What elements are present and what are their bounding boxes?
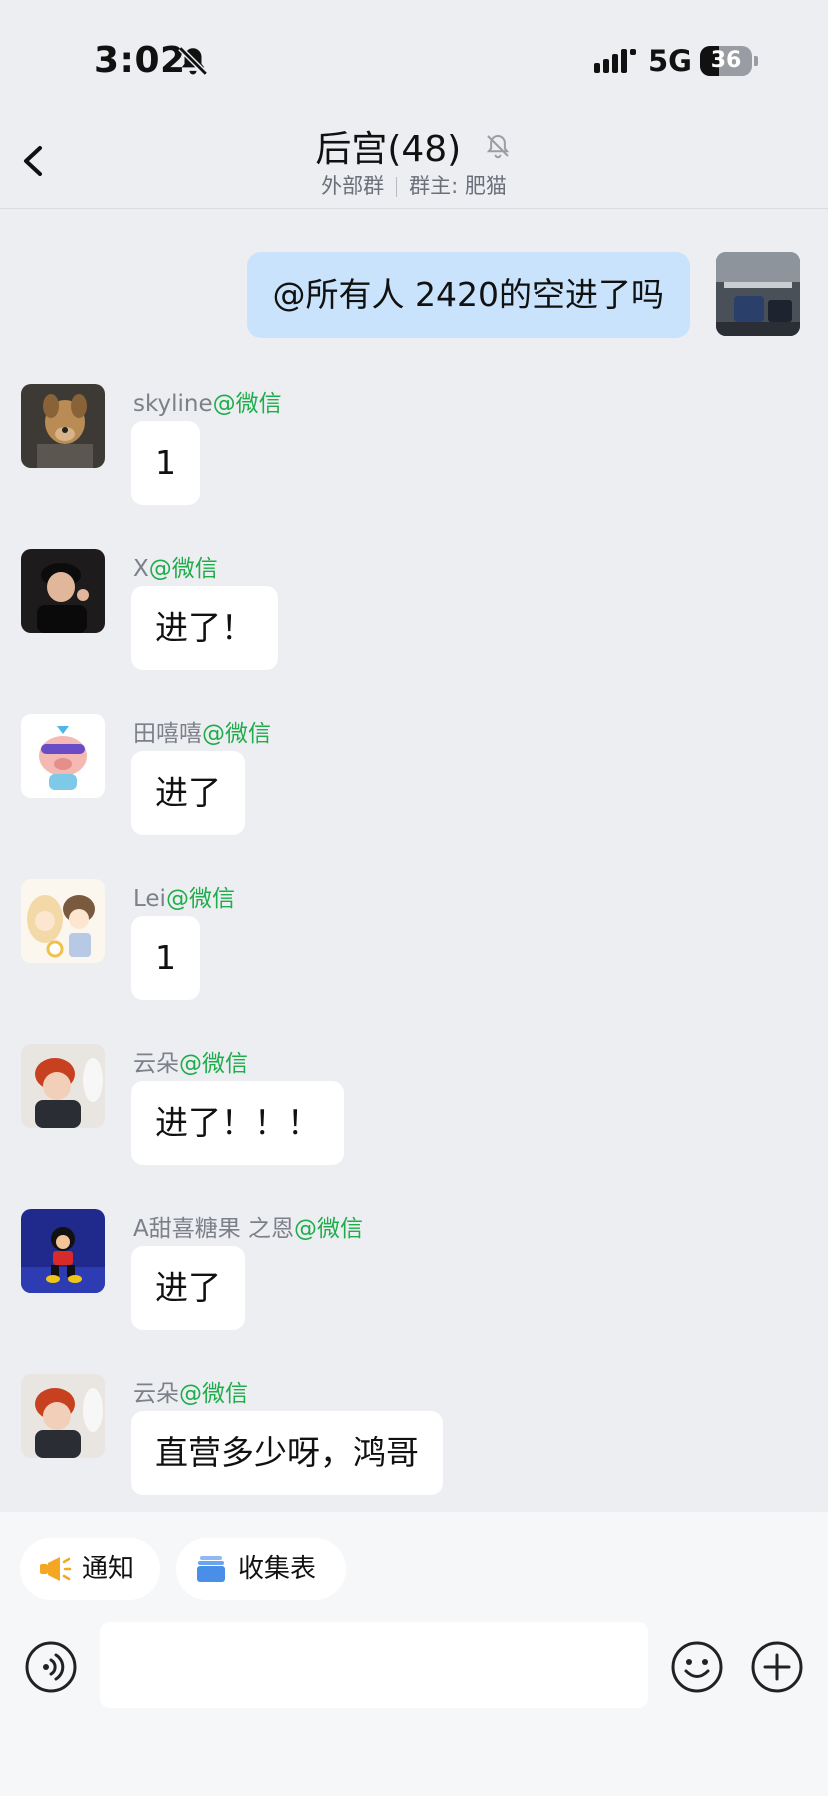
status-bar: 3:02 5G 36 [0,0,828,120]
avatar[interactable] [21,384,105,468]
message-input[interactable] [100,1622,648,1708]
voice-icon[interactable] [24,1640,78,1694]
group-owner-label: 群主: 肥猫 [409,174,507,198]
avatar[interactable] [716,252,800,336]
bell-off-icon [486,134,509,159]
chat-subtitle: 外部群 群主: 肥猫 [0,170,828,200]
sender-name: skyline@微信 [133,391,282,417]
chip-label: 通知 [82,1554,135,1584]
form-chip[interactable]: 收集表 [176,1538,346,1600]
source-tag: @微信 [212,391,282,417]
message-item: A甜喜糖果 之恩@微信 进了 [21,1209,801,1339]
avatar[interactable] [21,1044,105,1128]
sender-name: 田嘻嘻@微信 [133,721,271,747]
status-time: 3:02 [94,40,186,81]
chat-title-row[interactable]: 后宫(48) [0,120,828,172]
avatar[interactable] [21,549,105,633]
message-item: X@微信 进了！ [21,549,801,679]
message-bubble[interactable]: 1 [131,916,200,1000]
message-bubble[interactable]: 直营多少呀，鸿哥 [131,1411,443,1495]
sender-name: X@微信 [133,556,218,582]
folder-icon [197,1556,225,1582]
message-bubble[interactable]: 进了！ [131,586,278,670]
message-item: 田嘻嘻@微信 进了 [21,714,801,844]
plus-icon[interactable] [750,1640,804,1694]
source-tag: @微信 [148,556,218,582]
message-item: skyline@微信 1 [21,384,801,514]
avatar[interactable] [21,1209,105,1293]
chip-label: 收集表 [238,1554,317,1584]
network-label: 5G [648,44,692,78]
message-item: 云朵@微信 直营多少呀，鸿哥 [21,1374,801,1504]
avatar[interactable] [21,1374,105,1458]
source-tag: @微信 [179,1051,248,1077]
message-bubble[interactable]: 进了 [131,751,245,835]
group-type-label: 外部群 [321,174,385,198]
emoji-icon[interactable] [670,1640,724,1694]
message-bubble[interactable]: 1 [131,421,200,505]
megaphone-icon [40,1557,72,1581]
sender-name: 云朵@微信 [133,1051,248,1077]
bell-off-status-icon [178,46,208,76]
source-tag: @微信 [165,886,235,912]
message-item: 云朵@微信 进了！！！ [21,1044,801,1174]
sender-name: 云朵@微信 [133,1381,248,1407]
message-bubble[interactable]: 进了 [131,1246,245,1330]
bottom-input-area: 通知 收集表 [0,1512,828,1796]
signal-icon [594,49,636,73]
message-self: @所有人 2420的空进了吗 [180,252,800,338]
source-tag: @微信 [294,1216,364,1242]
message-bubble[interactable]: 进了！！！ [131,1081,344,1165]
message-item: Lei@微信 1 [21,879,801,1009]
sender-name: A甜喜糖果 之恩@微信 [133,1216,364,1242]
sender-name: Lei@微信 [133,886,235,912]
battery-icon: 36 [700,46,758,76]
source-tag: @微信 [179,1381,248,1407]
chat-header: 后宫(48) 外部群 群主: 肥猫 [0,110,828,209]
avatar[interactable] [21,714,105,798]
message-bubble[interactable]: @所有人 2420的空进了吗 [246,252,690,338]
avatar[interactable] [21,879,105,963]
battery-level: 36 [710,48,742,73]
chat-title: 后宫(48) [315,129,462,170]
source-tag: @微信 [202,721,271,747]
notice-chip[interactable]: 通知 [20,1538,160,1600]
